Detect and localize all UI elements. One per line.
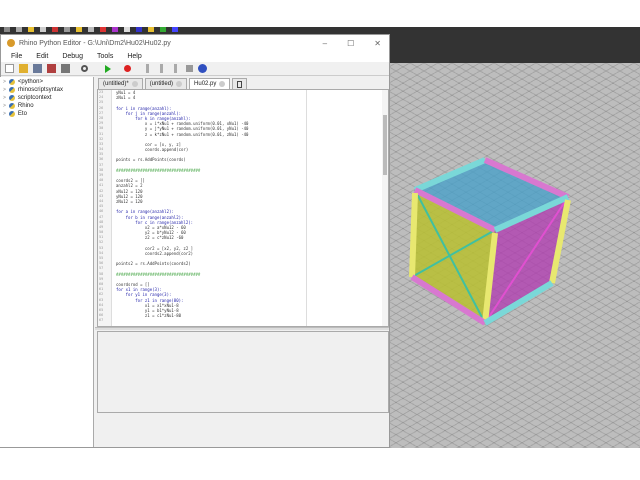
scrollbar-thumb[interactable] — [383, 115, 387, 175]
tab-untitled[interactable]: (untitled) — [144, 78, 188, 89]
menu-debug[interactable]: Debug — [62, 53, 83, 60]
maximize-button[interactable]: ☐ — [347, 39, 354, 48]
tree-item-eto[interactable]: > Eto — [0, 110, 93, 118]
step-out-icon — [174, 64, 177, 73]
rhino-command-icon[interactable] — [40, 27, 46, 32]
new-file-icon[interactable] — [5, 64, 14, 73]
rhino-command-icon[interactable] — [112, 27, 118, 32]
rhino-toolbar-icons — [0, 27, 178, 33]
rhino-logo-icon — [7, 39, 15, 47]
rhino-command-icon[interactable] — [100, 27, 106, 32]
code-lines: 23 yNu1 = 4 24 zNu1 = 4 25 26 for i in range(a… — [98, 90, 388, 323]
chevron-right-icon: > — [3, 79, 6, 85]
output-panel — [97, 331, 389, 413]
title-bar: Rhino Python Editor - G:\Uni\Dm2\Hu02\Hu… — [1, 35, 389, 51]
python-icon — [8, 103, 15, 109]
python-icon — [8, 79, 15, 85]
tree-item-python[interactable]: > <python> — [0, 78, 93, 86]
chevron-right-icon: > — [3, 87, 6, 93]
rhino-command-icon[interactable] — [172, 27, 178, 32]
editor-toolbar — [1, 62, 389, 76]
tree-item-rhinoscriptsyntax[interactable]: > rhinoscriptsyntax — [0, 86, 93, 94]
python-icon — [8, 111, 15, 117]
menu-help[interactable]: Help — [127, 53, 141, 60]
vertical-scrollbar[interactable] — [382, 90, 388, 326]
rhino-command-icon[interactable] — [136, 27, 142, 32]
code-line: 67 — [98, 318, 388, 323]
run-icon[interactable] — [105, 64, 111, 73]
step-into-icon — [146, 64, 149, 73]
new-tab-button[interactable] — [232, 78, 248, 89]
menu-edit[interactable]: Edit — [36, 53, 48, 60]
close-tab-icon[interactable] — [131, 81, 138, 87]
editor-tabs: (untitled)* (untitled) Hu02.py — [97, 77, 389, 89]
tree-item-rhino[interactable]: > Rhino — [0, 102, 93, 110]
window-title: Rhino Python Editor - G:\Uni\Dm2\Hu02\Hu… — [19, 39, 171, 47]
new-document-icon — [237, 80, 243, 88]
close-button[interactable]: ✕ — [374, 39, 381, 48]
close-tab-icon[interactable] — [219, 81, 226, 87]
rhino-viewport[interactable] — [390, 63, 640, 448]
module-tree: > <python> > rhinoscriptsyntax > scriptcont… — [0, 77, 94, 447]
rhino-command-icon[interactable] — [124, 27, 130, 32]
minimize-button[interactable]: – — [323, 39, 327, 48]
save-all-icon[interactable] — [61, 64, 70, 73]
open-folder-icon[interactable] — [19, 64, 28, 73]
rhino-command-icon[interactable] — [52, 27, 58, 32]
rhino-command-icon[interactable] — [28, 27, 34, 32]
menu-file[interactable]: File — [11, 53, 22, 60]
rhino-command-icon[interactable] — [16, 27, 22, 32]
save-as-icon[interactable] — [47, 64, 56, 73]
menu-bar: File Edit Debug Tools Help — [1, 51, 389, 62]
tree-item-scriptcontext[interactable]: > scriptcontext — [0, 94, 93, 102]
save-icon[interactable] — [33, 64, 42, 73]
points-cube — [409, 157, 571, 326]
code-editor[interactable]: 23 yNu1 = 4 24 zNu1 = 4 25 26 for i in range(a… — [97, 89, 389, 327]
find-icon[interactable] — [81, 65, 88, 72]
rhino-command-icon[interactable] — [160, 27, 166, 32]
chevron-right-icon: > — [3, 95, 6, 101]
rhino-command-icon[interactable] — [88, 27, 94, 32]
rhino-command-icon[interactable] — [64, 27, 70, 32]
python-icon — [8, 87, 15, 93]
rhino-command-icon[interactable] — [4, 27, 10, 32]
chevron-right-icon: > — [3, 111, 6, 117]
close-tab-icon[interactable] — [176, 81, 183, 87]
step-over-icon — [160, 64, 163, 73]
menu-tools[interactable]: Tools — [97, 53, 113, 60]
rhino-command-icon[interactable] — [76, 27, 82, 32]
chevron-right-icon: > — [3, 103, 6, 109]
tab-untitled-modified[interactable]: (untitled)* — [98, 78, 143, 89]
stop-icon[interactable] — [124, 65, 131, 72]
break-icon — [186, 65, 193, 72]
tab-hu02[interactable]: Hu02.py — [189, 78, 231, 89]
help-icon[interactable] — [198, 64, 207, 73]
rhino-command-icon[interactable] — [148, 27, 154, 32]
line-number: 67 — [99, 318, 104, 323]
output-splitter[interactable] — [95, 327, 389, 330]
python-icon — [8, 95, 15, 101]
